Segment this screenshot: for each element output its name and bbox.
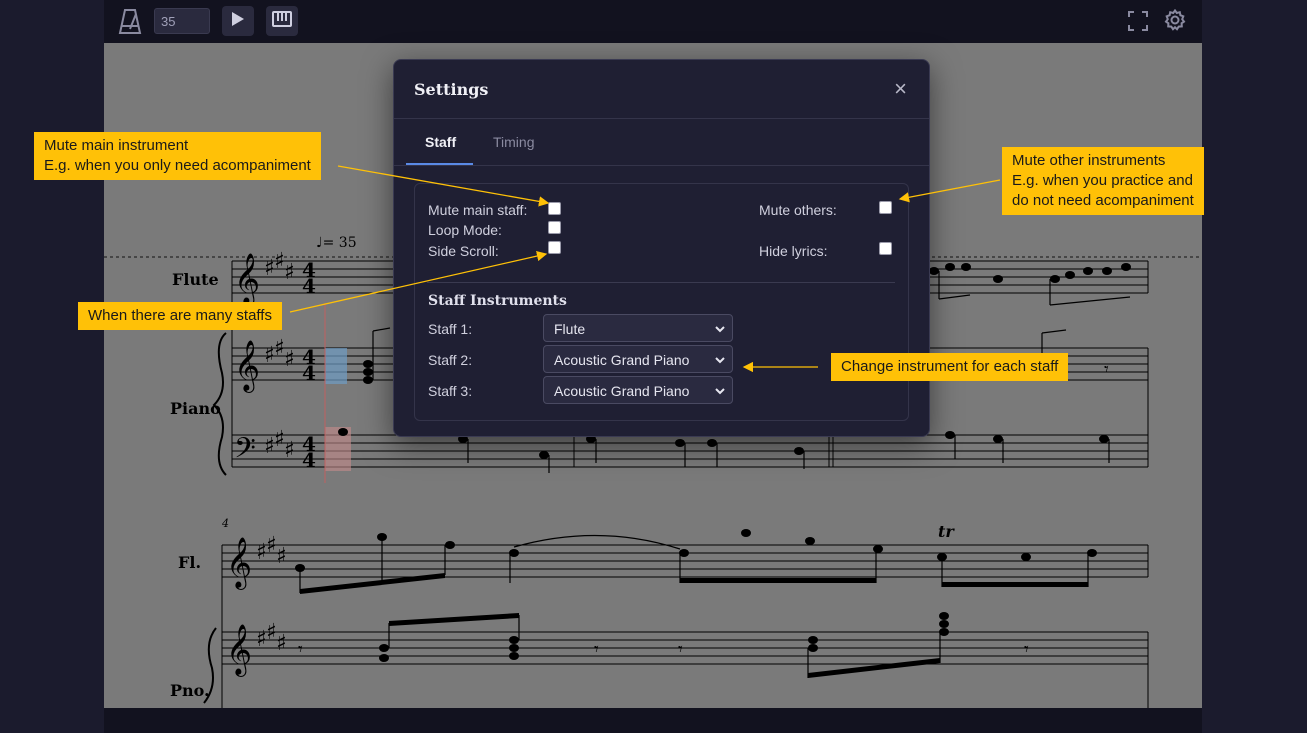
mute-main-staff-checkbox[interactable] <box>548 202 561 215</box>
svg-text:𝄾: 𝄾 <box>1104 359 1109 380</box>
svg-text:♯: ♯ <box>284 438 295 463</box>
measure-number: 4 <box>221 517 229 530</box>
chevron-down-icon <box>714 384 726 400</box>
svg-text:𝄾: 𝄾 <box>678 639 683 660</box>
hide-lyrics-checkbox[interactable] <box>879 242 892 255</box>
tempo-mark: ♩= 35 <box>316 235 357 251</box>
mute-others-checkbox[interactable] <box>879 201 892 214</box>
staff-name-fl: Fl. <box>178 553 201 572</box>
svg-text:𝄢: 𝄢 <box>234 432 256 472</box>
modal-header-divider <box>394 118 929 119</box>
svg-text:4: 4 <box>302 448 316 472</box>
svg-text:𝄞: 𝄞 <box>226 537 252 590</box>
tab-timing[interactable]: Timing <box>493 134 535 150</box>
staff-2-label: Staff 2: <box>428 352 473 368</box>
callout-mute-others-line2: E.g. when you practice and <box>1012 172 1193 189</box>
staff-3-value: Acoustic Grand Piano <box>554 383 690 399</box>
mute-main-staff-label: Mute main staff: <box>428 202 528 218</box>
staff-3-select[interactable]: Acoustic Grand Piano <box>543 376 733 404</box>
tabs-divider <box>394 165 929 166</box>
svg-text:♯: ♯ <box>284 347 295 372</box>
svg-text:♯: ♯ <box>284 260 295 285</box>
staff-settings-panel: Mute main staff: Loop Mode: Side Scroll:… <box>414 183 909 421</box>
callout-many-staffs: When there are many staffs <box>78 302 282 330</box>
play-icon <box>231 11 245 32</box>
staff-1-select[interactable]: Flute <box>543 314 733 342</box>
fullscreen-icon[interactable] <box>1128 11 1148 36</box>
svg-text:4: 4 <box>302 274 316 298</box>
tab-staff[interactable]: Staff <box>425 134 456 150</box>
top-toolbar <box>104 0 1202 43</box>
modal-title: Settings <box>414 80 489 99</box>
callout-many-staffs-text: When there are many staffs <box>88 307 272 324</box>
svg-text:𝄞: 𝄞 <box>226 624 252 677</box>
staff-2-value: Acoustic Grand Piano <box>554 352 690 368</box>
hide-lyrics-label: Hide lyrics: <box>759 243 828 259</box>
callout-mute-others: Mute other instruments E.g. when you pra… <box>1002 147 1204 215</box>
staff-2-select[interactable]: Acoustic Grand Piano <box>543 345 733 373</box>
callout-change-instrument-text: Change instrument for each staff <box>841 358 1059 375</box>
loop-mode-checkbox[interactable] <box>548 221 561 234</box>
callout-mute-others-line1: Mute other instruments <box>1012 152 1166 169</box>
staff-name-piano: Piano <box>170 399 221 418</box>
svg-text:♯: ♯ <box>276 544 287 569</box>
loop-mode-label: Loop Mode: <box>428 222 502 238</box>
chevron-down-icon <box>714 322 726 338</box>
piano-button[interactable] <box>266 6 298 36</box>
piano-icon <box>272 10 292 32</box>
trill-mark: tr <box>938 522 955 541</box>
metronome-icon[interactable] <box>118 7 142 40</box>
staff-1-value: Flute <box>554 321 586 337</box>
bottom-bar <box>104 708 1202 733</box>
gear-icon[interactable] <box>1164 8 1186 36</box>
side-scroll-checkbox[interactable] <box>548 241 561 254</box>
callout-change-instrument: Change instrument for each staff <box>831 353 1069 381</box>
staff-name-pno: Pno. <box>170 681 210 700</box>
staff-3-label: Staff 3: <box>428 383 473 399</box>
side-scroll-label: Side Scroll: <box>428 243 499 259</box>
close-icon[interactable]: × <box>894 76 907 102</box>
svg-text:𝄞: 𝄞 <box>234 253 260 306</box>
tempo-input[interactable] <box>154 8 210 34</box>
staff-instruments-title: Staff Instruments <box>428 293 567 309</box>
svg-text:4: 4 <box>302 361 316 385</box>
svg-text:𝄾: 𝄾 <box>298 639 303 660</box>
callout-mute-others-line3: do not need acompaniment <box>1012 192 1194 209</box>
callout-mute-main-line2: E.g. when you only need acompaniment <box>44 157 311 174</box>
section-divider <box>427 282 895 283</box>
chevron-down-icon <box>714 353 726 369</box>
mute-others-label: Mute others: <box>759 202 837 218</box>
svg-text:𝄾: 𝄾 <box>594 639 599 660</box>
callout-mute-main-line1: Mute main instrument <box>44 137 189 154</box>
svg-text:𝄞: 𝄞 <box>234 340 260 393</box>
callout-mute-main: Mute main instrument E.g. when you only … <box>34 132 321 180</box>
staff-name-flute: Flute <box>172 270 219 289</box>
play-button[interactable] <box>222 6 254 36</box>
svg-text:𝄾: 𝄾 <box>1024 639 1029 660</box>
staff-1-label: Staff 1: <box>428 321 473 337</box>
svg-text:♯: ♯ <box>276 631 287 656</box>
